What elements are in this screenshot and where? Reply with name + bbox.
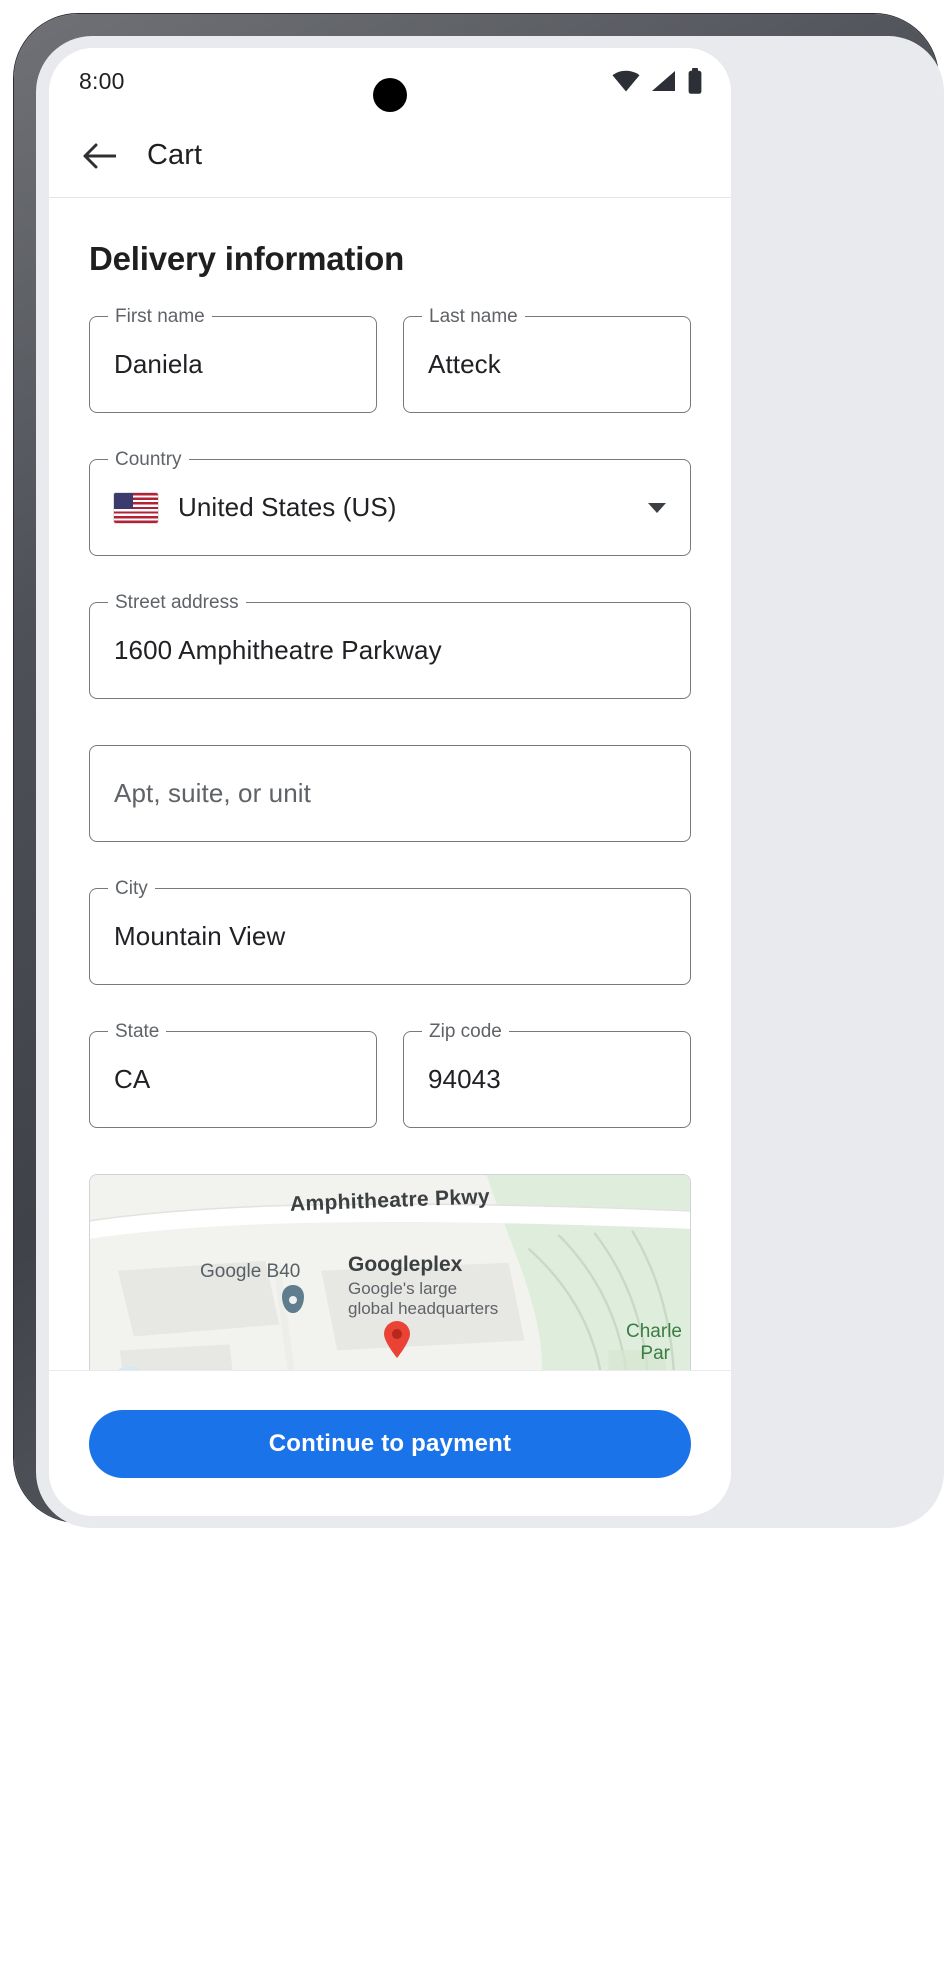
map-preview[interactable]: Amphitheatre Pkwy Google B40 Googleplex … bbox=[89, 1174, 691, 1370]
country-select[interactable]: Country United States (US) bbox=[89, 449, 691, 556]
cellular-signal-icon bbox=[652, 71, 675, 91]
street-address-label: Street address bbox=[108, 592, 246, 614]
state-input[interactable]: State CA bbox=[89, 1021, 377, 1128]
app-bar: Cart bbox=[49, 114, 731, 198]
country-label: Country bbox=[108, 449, 189, 471]
back-button[interactable] bbox=[77, 134, 121, 178]
country-field: Country United States (US) bbox=[89, 449, 691, 556]
camera-punch-hole bbox=[373, 78, 407, 112]
last-name-value: Atteck bbox=[428, 349, 501, 379]
apt-input[interactable]: Apt, suite, or unit bbox=[89, 745, 691, 842]
street-address-input[interactable]: Street address 1600 Amphitheatre Parkway bbox=[89, 592, 691, 699]
bottom-action-bar: Continue to payment bbox=[49, 1370, 731, 1516]
chevron-down-icon[interactable] bbox=[648, 502, 666, 513]
country-select-content: United States (US) bbox=[114, 492, 397, 523]
city-value: Mountain View bbox=[114, 921, 286, 951]
apt-placeholder: Apt, suite, or unit bbox=[114, 778, 312, 808]
state-zip-field-row: State CA Zip code 94043 bbox=[89, 1021, 691, 1174]
first-name-field: First name Daniela bbox=[89, 306, 377, 413]
battery-icon bbox=[688, 68, 702, 94]
arrow-back-icon bbox=[83, 143, 116, 168]
zip-code-field: Zip code 94043 bbox=[403, 1021, 691, 1128]
status-bar-icons bbox=[612, 68, 703, 94]
zip-code-input[interactable]: Zip code 94043 bbox=[403, 1021, 691, 1128]
street-address-field: Street address 1600 Amphitheatre Parkway bbox=[89, 592, 691, 699]
phone-device-frame: 8:00 Cart Delivery information First nam… bbox=[14, 14, 944, 1528]
delivery-form-scroll-area[interactable]: Delivery information First name Daniela … bbox=[49, 198, 731, 1370]
zip-code-label: Zip code bbox=[422, 1021, 509, 1043]
city-field: City Mountain View bbox=[89, 878, 691, 985]
section-heading: Delivery information bbox=[89, 240, 405, 277]
phone-screen: 8:00 Cart Delivery information First nam… bbox=[49, 48, 731, 1516]
status-bar-clock: 8:00 bbox=[79, 67, 125, 94]
last-name-field: Last name Atteck bbox=[403, 306, 691, 413]
state-label: State bbox=[108, 1021, 167, 1043]
last-name-label: Last name bbox=[422, 306, 525, 328]
flag-canton bbox=[114, 492, 133, 509]
state-field: State CA bbox=[89, 1021, 377, 1128]
map-pin-selected-location bbox=[384, 1321, 410, 1358]
country-value: United States (US) bbox=[178, 492, 397, 522]
first-name-value: Daniela bbox=[114, 349, 203, 379]
city-input[interactable]: City Mountain View bbox=[89, 878, 691, 985]
name-field-row: First name Daniela Last name Atteck bbox=[89, 306, 691, 459]
last-name-input[interactable]: Last name Atteck bbox=[403, 306, 691, 413]
continue-to-payment-button[interactable]: Continue to payment bbox=[89, 1409, 691, 1478]
first-name-label: First name bbox=[108, 306, 212, 328]
first-name-input[interactable]: First name Daniela bbox=[89, 306, 377, 413]
city-label: City bbox=[108, 878, 155, 900]
apt-field: Apt, suite, or unit bbox=[89, 745, 691, 842]
street-address-value: 1600 Amphitheatre Parkway bbox=[114, 635, 442, 665]
zip-code-value: 94043 bbox=[428, 1064, 501, 1094]
status-bar: 8:00 bbox=[49, 48, 731, 114]
page-title: Cart bbox=[147, 139, 203, 171]
us-flag-icon bbox=[114, 492, 158, 523]
wifi-icon bbox=[612, 70, 640, 92]
state-value: CA bbox=[114, 1064, 151, 1094]
